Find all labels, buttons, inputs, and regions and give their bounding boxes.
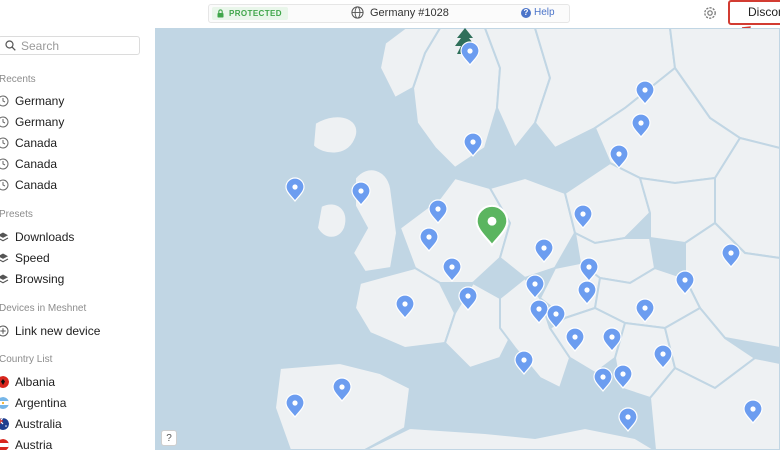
status-text: PROTECTED bbox=[229, 9, 282, 18]
server-name: Germany #1028 bbox=[370, 6, 449, 19]
country-label: Albania bbox=[15, 374, 56, 389]
search-input[interactable] bbox=[21, 38, 131, 53]
connection-status-bar: PROTECTED Germany #1028 ? Help bbox=[208, 4, 570, 23]
recent-label: Canada bbox=[15, 156, 58, 171]
server-selector[interactable]: Germany #1028 bbox=[351, 6, 449, 19]
recent-item-germany[interactable]: Germany bbox=[0, 91, 147, 110]
recent-item-canada[interactable]: Canada bbox=[0, 133, 147, 152]
clock-icon bbox=[0, 179, 9, 191]
clock-icon bbox=[0, 95, 9, 107]
help-label: Help bbox=[534, 7, 555, 18]
clock-icon bbox=[0, 158, 9, 170]
preset-label: Downloads bbox=[15, 229, 75, 244]
layers-icon bbox=[0, 252, 9, 264]
lock-icon bbox=[217, 9, 224, 18]
status-badge: PROTECTED bbox=[212, 7, 288, 20]
recent-label: Canada bbox=[15, 135, 58, 150]
country-item-albania[interactable]: Albania bbox=[0, 372, 147, 391]
preset-item-browsing[interactable]: Browsing bbox=[0, 269, 147, 288]
recent-label: Germany bbox=[15, 93, 65, 108]
recents-heading: Recents bbox=[0, 74, 36, 85]
layers-icon bbox=[0, 273, 9, 285]
layers-icon bbox=[0, 231, 9, 243]
plus-circle-icon bbox=[0, 325, 9, 337]
presets-heading: Presets bbox=[0, 209, 33, 220]
country-list-heading: Country List bbox=[0, 354, 53, 365]
help-icon: ? bbox=[521, 7, 531, 18]
recent-item-canada[interactable]: Canada bbox=[0, 154, 147, 173]
albania-flag-icon bbox=[0, 375, 9, 388]
country-label: Australia bbox=[15, 416, 62, 431]
globe-icon bbox=[351, 6, 364, 19]
world-map[interactable]: ? bbox=[155, 28, 780, 450]
recent-item-canada[interactable]: Canada bbox=[0, 175, 147, 194]
server-pin[interactable] bbox=[285, 177, 305, 202]
country-label: Austria bbox=[15, 437, 53, 450]
meshnet-heading: Devices in Meshnet bbox=[0, 303, 87, 314]
search-icon bbox=[5, 40, 16, 51]
link-new-device-label: Link new device bbox=[15, 323, 101, 338]
map-canvas bbox=[273, 28, 780, 450]
preset-label: Speed bbox=[15, 250, 50, 265]
country-item-austria[interactable]: Austria bbox=[0, 435, 147, 450]
clock-icon bbox=[0, 116, 9, 128]
top-bar: PROTECTED Germany #1028 ? Help Disconnec… bbox=[0, 0, 780, 79]
server-pin[interactable] bbox=[514, 350, 534, 375]
recent-label: Canada bbox=[15, 177, 58, 192]
search-box[interactable] bbox=[0, 36, 140, 55]
clock-icon bbox=[0, 137, 9, 149]
country-item-australia[interactable]: Australia bbox=[0, 414, 147, 433]
preset-item-speed[interactable]: Speed bbox=[0, 248, 147, 267]
recent-item-germany[interactable]: Germany bbox=[0, 112, 147, 131]
country-label: Argentina bbox=[15, 395, 67, 410]
recent-label: Germany bbox=[15, 114, 65, 129]
australia-flag-icon bbox=[0, 417, 9, 430]
link-new-device-button[interactable]: Link new device bbox=[0, 321, 147, 340]
help-link[interactable]: ? Help bbox=[521, 7, 555, 18]
settings-icon[interactable] bbox=[702, 5, 718, 21]
server-pin[interactable] bbox=[593, 367, 613, 392]
sidebar: Recents Germany Germany Canada Canada Ca… bbox=[0, 28, 155, 450]
map-help-button[interactable]: ? bbox=[161, 430, 177, 446]
server-pin[interactable] bbox=[618, 407, 638, 432]
austria-flag-icon bbox=[0, 438, 9, 450]
country-item-argentina[interactable]: Argentina bbox=[0, 393, 147, 412]
preset-label: Browsing bbox=[15, 271, 65, 286]
preset-item-downloads[interactable]: Downloads bbox=[0, 227, 147, 246]
argentina-flag-icon bbox=[0, 396, 9, 409]
